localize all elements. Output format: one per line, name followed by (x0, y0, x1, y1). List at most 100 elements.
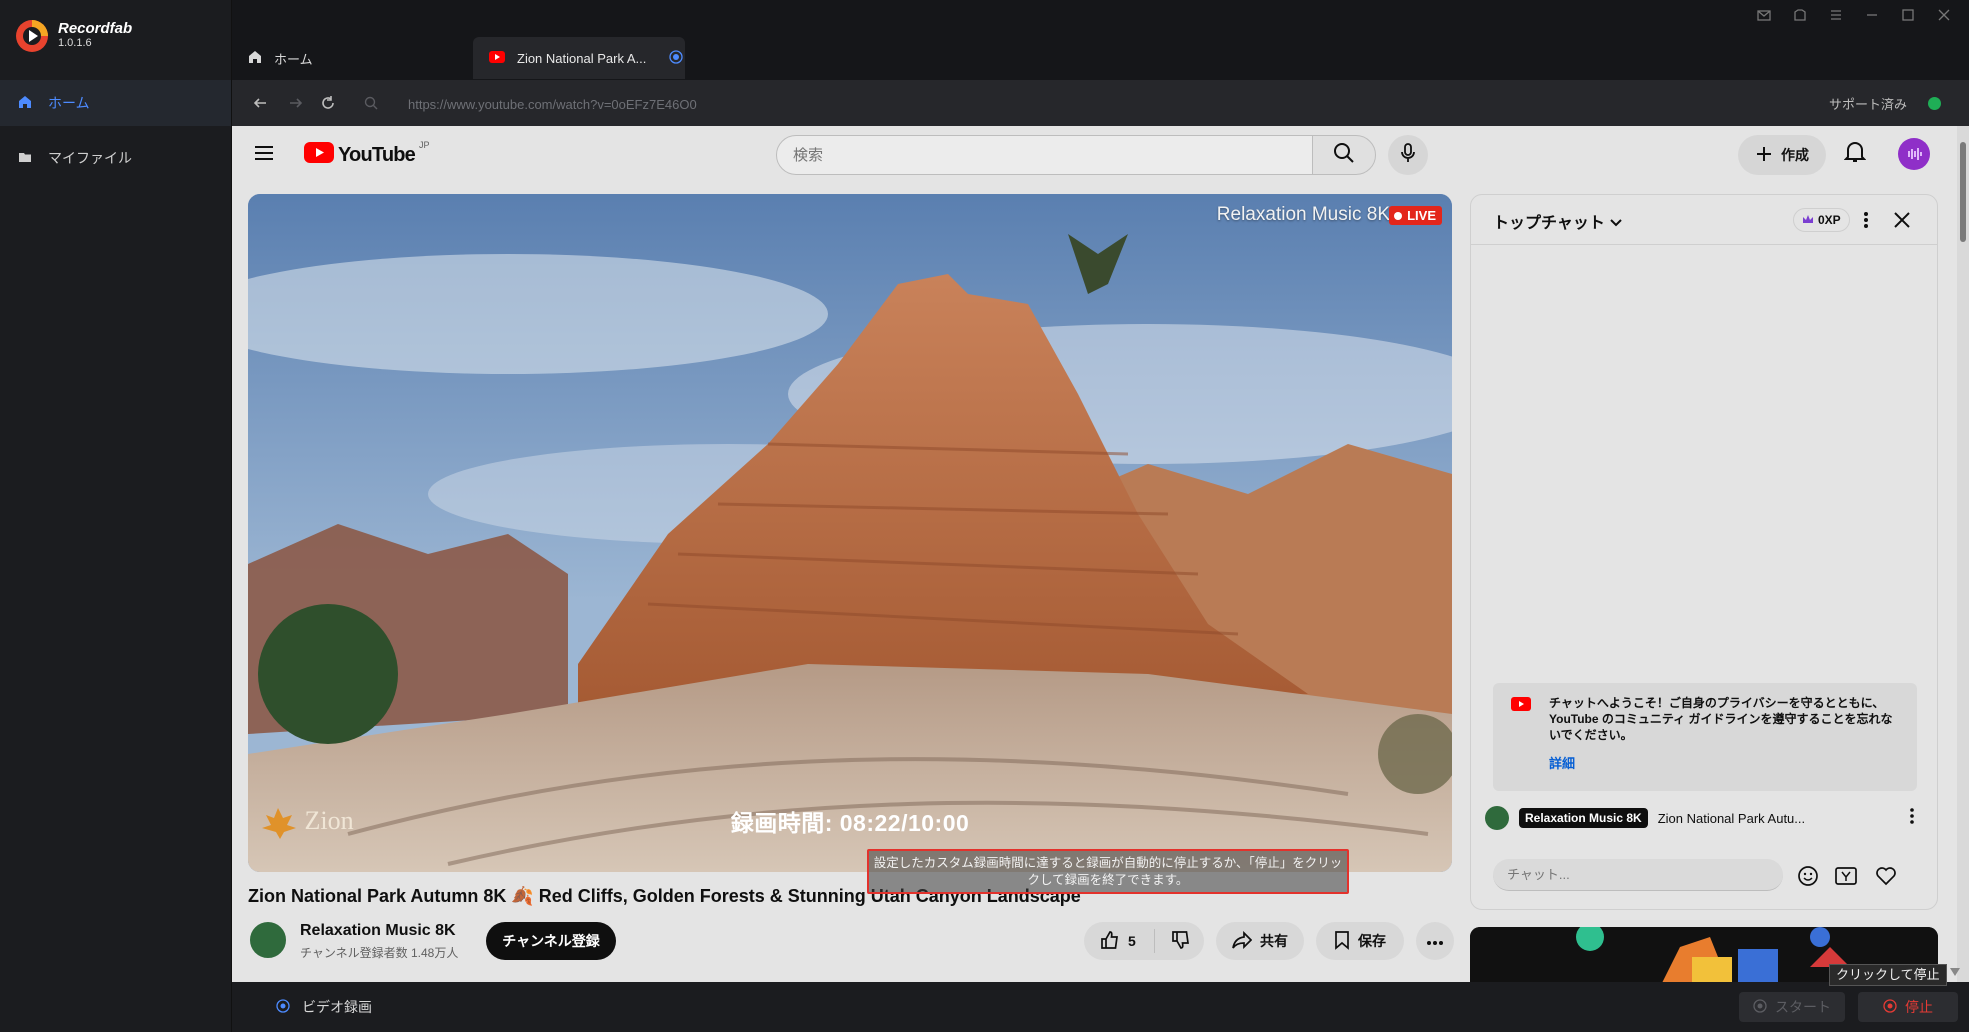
live-chat-panel: トップチャット 0XP チャットへようこそ！ご自身のプライバシーを守るとともに、… (1470, 194, 1938, 910)
emoji-icon[interactable] (1797, 865, 1819, 892)
like-divider (1153, 929, 1155, 953)
chat-close-icon[interactable] (1893, 211, 1911, 234)
save-button[interactable]: 保存 (1316, 922, 1404, 960)
search-input[interactable] (776, 135, 1316, 175)
chat-title-label: トップチャット (1493, 215, 1605, 232)
pinned-message[interactable]: Relaxation Music 8K Zion National Park A… (1485, 801, 1925, 835)
subscribe-button[interactable]: チャンネル登録 (486, 922, 616, 960)
thumbs-up-icon (1100, 930, 1120, 953)
minimize-icon[interactable] (1865, 8, 1879, 22)
welcome-text: チャットへようこそ！ご自身のプライバシーを守るとともに、YouTube のコミュ… (1549, 696, 1893, 742)
youtube-logo-icon (304, 142, 334, 168)
mode-label: ビデオ録画 (302, 999, 372, 1015)
pinned-more-icon[interactable] (1909, 807, 1915, 829)
create-label: 作成 (1781, 147, 1809, 163)
chat-welcome-message: チャットへようこそ！ご自身のプライバシーを守るとともに、YouTube のコミュ… (1493, 683, 1917, 791)
video-recording-mode[interactable]: ビデオ録画 (276, 997, 372, 1017)
recording-bar: ビデオ録画 スタート 停止 (232, 982, 1969, 1032)
chat-title[interactable]: トップチャット (1493, 209, 1623, 233)
youtube-logo-text: YouTube (338, 143, 416, 166)
youtube-page: YouTube JP 作成 (232, 126, 1969, 982)
welcome-learn-more-link[interactable]: 詳細 (1549, 753, 1575, 772)
share-button[interactable]: 共有 (1216, 922, 1304, 960)
recording-indicator-icon (669, 49, 683, 67)
folder-icon (18, 150, 32, 167)
tab-youtube-video[interactable]: Zion National Park A... (473, 37, 685, 79)
youtube-icon (1511, 697, 1531, 716)
notifications-bell-icon[interactable] (1843, 140, 1867, 169)
stop-button[interactable]: 停止 (1858, 992, 1958, 1022)
tab-home[interactable]: ホーム (232, 37, 468, 79)
search-icon (1333, 142, 1355, 169)
back-icon[interactable] (252, 95, 268, 116)
video-player[interactable]: Relaxation Music 8K LIVE Zion 録画時間: 08:2… (248, 194, 1452, 872)
bookmark-icon (1334, 930, 1350, 953)
like-dislike-group: 5 (1084, 922, 1204, 960)
like-button[interactable]: 5 (1100, 930, 1136, 953)
sidebar-item-home[interactable]: ホーム (0, 80, 231, 126)
tab-label: ホーム (274, 51, 313, 67)
chevron-down-icon (1609, 215, 1623, 232)
record-mode-icon (276, 998, 290, 1016)
live-badge: LIVE (1389, 206, 1442, 225)
super-chat-icon[interactable] (1835, 867, 1857, 890)
maximize-icon[interactable] (1901, 8, 1915, 22)
heart-icon[interactable] (1875, 866, 1897, 891)
search-icon (364, 96, 378, 115)
sidebar-item-my-files[interactable]: マイファイル (0, 135, 231, 181)
more-horizontal-icon (1426, 933, 1444, 949)
recording-note: 設定したカスタム録画時間に達すると録画が自動的に停止するか、「停止」をクリックし… (867, 849, 1349, 894)
xp-value: 0XP (1818, 213, 1841, 227)
page-scrollbar[interactable] (1957, 126, 1969, 982)
shirt-icon[interactable] (1793, 8, 1807, 22)
start-button[interactable]: スタート (1739, 992, 1845, 1022)
sidebar-item-label: ホーム (48, 95, 90, 111)
chat-header: トップチャット 0XP (1471, 195, 1937, 245)
start-icon (1753, 998, 1767, 1016)
app-window: Recordfab 1.0.1.6 ホーム マイファイル ホーム Zion Na… (0, 0, 1969, 1032)
create-button[interactable]: 作成 (1738, 135, 1826, 175)
region-code: JP (418, 140, 430, 150)
app-logo: Recordfab 1.0.1.6 (14, 18, 132, 54)
subscriber-count: チャンネル登録者数 1.48万人 (300, 946, 459, 960)
scroll-down-arrow-icon[interactable] (1950, 968, 1960, 976)
hamburger-menu-icon[interactable] (254, 144, 274, 167)
like-count: 5 (1128, 933, 1136, 949)
close-icon[interactable] (1937, 8, 1951, 22)
mail-icon[interactable] (1757, 8, 1771, 22)
app-version: 1.0.1.6 (58, 37, 92, 49)
youtube-header: YouTube JP 作成 (232, 126, 1969, 182)
voice-search-button[interactable] (1388, 135, 1428, 175)
window-controls (1757, 8, 1951, 22)
menu-icon[interactable] (1829, 8, 1843, 22)
page-scrollbar-thumb[interactable] (1960, 142, 1966, 242)
plus-icon (1755, 145, 1773, 166)
tab-label: Zion National Park A... (517, 50, 647, 66)
stop-label: 停止 (1905, 999, 1933, 1015)
user-avatar[interactable] (1898, 138, 1930, 170)
pinned-channel-name: Relaxation Music 8K (1519, 808, 1648, 828)
recordfab-logo-icon (14, 18, 50, 54)
url-input[interactable] (408, 93, 1568, 115)
video-frame-landscape (248, 194, 1452, 872)
pinned-channel-avatar (1485, 806, 1509, 830)
recording-time: 録画時間: 08:22/10:00 (730, 810, 970, 836)
stop-icon (1883, 998, 1897, 1016)
address-bar: サポート済み (232, 80, 1969, 126)
channel-avatar[interactable] (248, 920, 288, 960)
stop-tooltip: クリックして停止 (1829, 964, 1947, 986)
share-icon (1232, 930, 1253, 952)
forward-icon[interactable] (288, 95, 304, 116)
crown-icon (1802, 213, 1814, 227)
channel-overlay-label: Relaxation Music 8K (1216, 204, 1390, 225)
chat-input[interactable] (1493, 859, 1783, 891)
search-button[interactable] (1312, 135, 1376, 175)
chat-more-options-icon[interactable] (1863, 211, 1869, 234)
channel-name[interactable]: Relaxation Music 8K (300, 922, 456, 940)
thumbs-down-icon[interactable] (1171, 930, 1191, 953)
youtube-logo[interactable]: YouTube JP (304, 140, 430, 168)
home-icon (18, 95, 32, 112)
xp-badge[interactable]: 0XP (1793, 208, 1850, 232)
reload-icon[interactable] (320, 95, 336, 116)
more-actions-button[interactable] (1416, 922, 1454, 960)
